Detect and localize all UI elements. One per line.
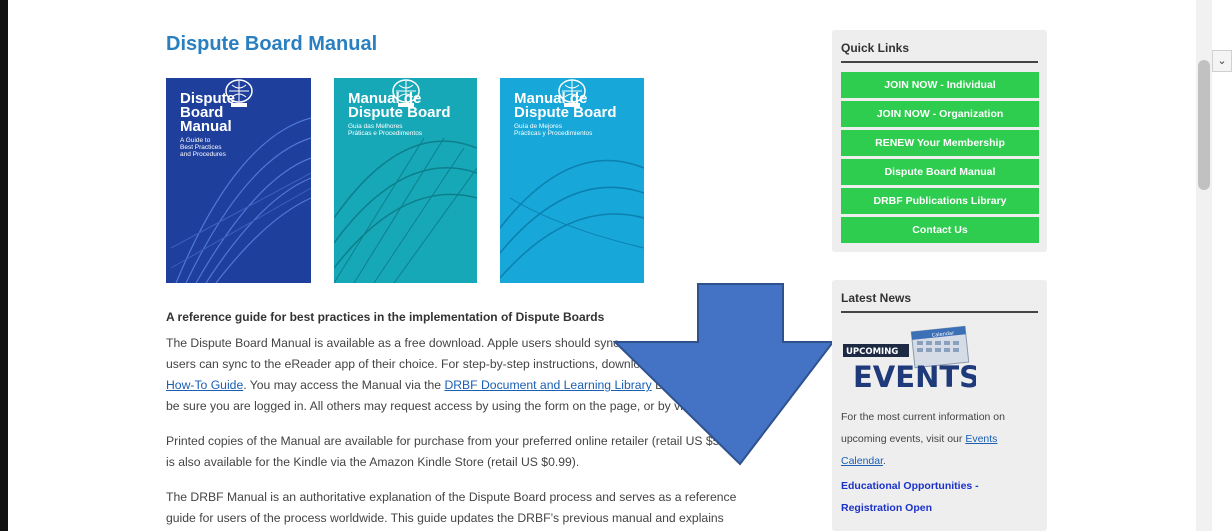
text-line: upcoming events, visit our Events	[841, 428, 1041, 450]
renew-membership-button[interactable]: RENEW Your Membership	[841, 130, 1039, 156]
latest-news-title: Latest News	[841, 291, 912, 305]
publications-library-button[interactable]: DRBF Publications Library	[841, 188, 1039, 214]
upcoming-events-graphic[interactable]: Calendar UPCOMING EVENTS	[841, 325, 976, 393]
latest-news-panel: Latest News Calendar UPCOMING EVENTS For…	[832, 280, 1047, 531]
events-link[interactable]: Events	[965, 433, 997, 445]
events-label: EVENTS	[853, 360, 976, 393]
educational-opportunities-link[interactable]: Educational Opportunities - Registration…	[841, 475, 1041, 519]
upcoming-label: UPCOMING	[846, 347, 898, 357]
drbf-logo-icon	[224, 79, 253, 107]
cover-subtitle: A Guide to Best Practices and Procedures	[180, 137, 226, 158]
divider	[841, 311, 1038, 313]
text-line: The DRBF Manual is an authoritative expl…	[166, 490, 737, 504]
scrollbar-thumb[interactable]	[1198, 60, 1210, 190]
chevron-down-icon[interactable]: ⌄	[1212, 50, 1232, 72]
cover-subtitle: Guia das Melhores Práticas e Procediment…	[348, 123, 423, 137]
text-span: . You may access the Manual via the	[243, 378, 445, 392]
drbf-logo-icon	[391, 79, 420, 107]
text-span: .	[883, 455, 886, 467]
calendar-link[interactable]: Calendar	[841, 455, 883, 467]
drbf-logo-icon	[558, 79, 586, 107]
how-to-guide-link[interactable]: How-To Guide	[166, 378, 243, 392]
text-line: Educational Opportunities -	[841, 480, 979, 492]
subheading: A reference guide for best practices in …	[166, 310, 605, 324]
text-line: Calendar.	[841, 450, 1041, 472]
page-title: Dispute Board Manual	[166, 33, 378, 55]
join-individual-button[interactable]: JOIN NOW - Individual	[841, 72, 1039, 98]
text-line: Registration Open	[841, 502, 933, 514]
divider	[841, 61, 1038, 63]
cover-spanish[interactable]: Manual de Dispute Board Guía de Mejores …	[500, 78, 644, 283]
window-edge	[0, 0, 8, 531]
quick-links-panel: Quick Links JOIN NOW - Individual JOIN N…	[832, 30, 1047, 252]
down-arrow-annotation	[613, 283, 835, 466]
cover-subtitle: Guía de Mejores Prácticas y Procedimient…	[514, 123, 593, 137]
cover-portuguese[interactable]: Manual de Dispute Board Guia das Melhore…	[334, 78, 477, 283]
dispute-board-manual-button[interactable]: Dispute Board Manual	[841, 159, 1039, 185]
text-line: guide for users of the process worldwide…	[166, 511, 724, 525]
news-description: For the most current information on upco…	[841, 406, 1041, 472]
contact-us-button[interactable]: Contact Us	[841, 217, 1039, 243]
text-span: upcoming events, visit our	[841, 433, 966, 445]
cover-english[interactable]: Dispute Board Manual A Guide to Best Pra…	[166, 78, 311, 283]
manual-description-paragraph: The DRBF Manual is an authoritative expl…	[166, 487, 806, 529]
text-line: For the most current information on	[841, 411, 1005, 423]
quick-links-title: Quick Links	[841, 41, 910, 55]
join-organization-button[interactable]: JOIN NOW - Organization	[841, 101, 1039, 127]
